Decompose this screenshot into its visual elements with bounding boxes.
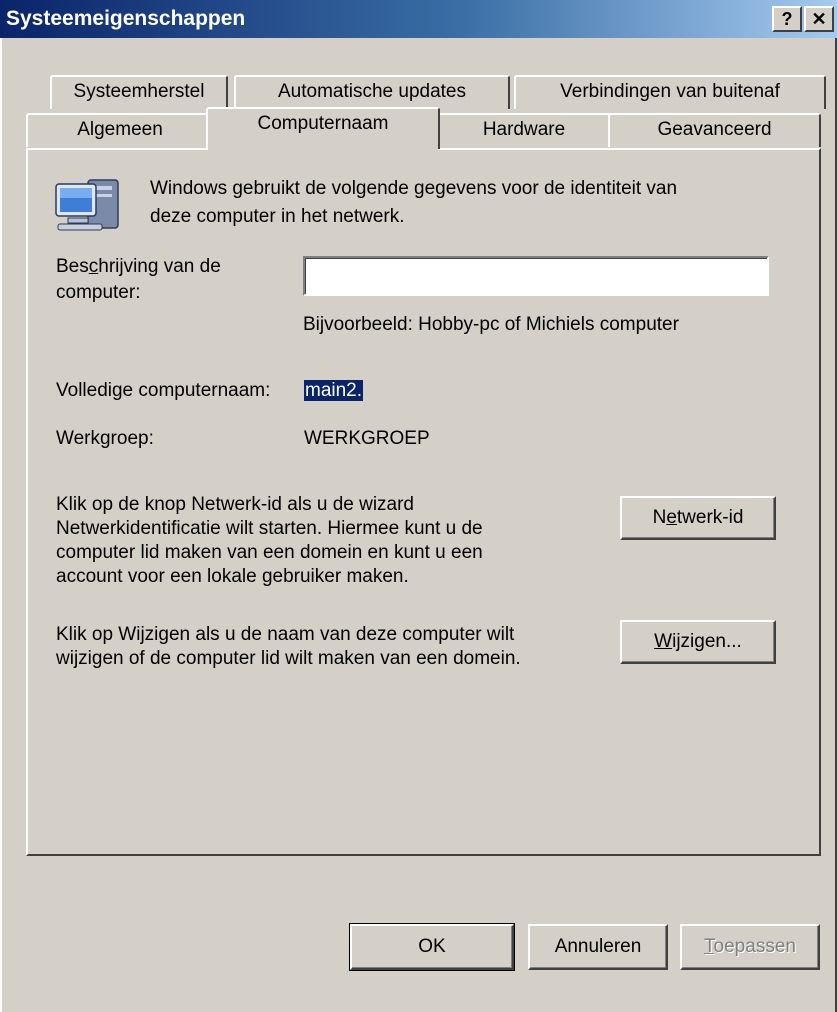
intro-line-2: deze computer in het netwerk.	[150, 206, 405, 227]
tab-geavanceerd[interactable]: Geavanceerd	[608, 113, 821, 147]
tab-automatische-updates[interactable]: Automatische updates	[234, 75, 510, 109]
tab-hardware[interactable]: Hardware	[436, 113, 612, 147]
computer-description-field[interactable]	[305, 258, 767, 294]
change-text-line-2: wijzigen of de computer lid wilt maken v…	[56, 648, 521, 669]
workgroup-label: Werkgroep:	[56, 428, 154, 449]
tab-algemeen[interactable]: Algemeen	[26, 113, 214, 147]
description-label-line-2: computer:	[56, 282, 141, 303]
example-text: Bijvoorbeeld: Hobby-pc of Michiels compu…	[303, 314, 679, 335]
window-title: Systeemeigenschappen	[6, 7, 246, 30]
description-label: Beschrijving van de	[56, 256, 221, 277]
tab-computernaam[interactable]: Computernaam	[206, 107, 440, 149]
tab-verbindingen-van-buitenaf[interactable]: Verbindingen van buitenaf	[514, 75, 826, 109]
full-computer-name-value[interactable]: main2.	[304, 380, 364, 402]
intro-line-1: Windows gebruikt de volgende gegevens vo…	[150, 178, 678, 199]
networkid-text-line-1: Klik op de knop Netwerk-id als u de wiza…	[56, 494, 415, 515]
networkid-text-line-3: computer lid maken van een domein en kun…	[56, 542, 483, 563]
computer-description-input[interactable]	[303, 256, 769, 296]
networkid-text-line-2: Netwerkidentificatie wilt starten. Hierm…	[56, 518, 483, 539]
change-text-line-1: Klik op Wijzigen als u de naam van deze …	[56, 624, 515, 645]
tab-systeemherstel[interactable]: Systeemherstel	[50, 75, 228, 109]
full-computer-name-label: Volledige computernaam:	[56, 380, 271, 401]
cancel-button[interactable]: Annuleren	[528, 924, 668, 970]
close-icon[interactable]: ✕	[804, 6, 834, 32]
network-id-button[interactable]: Netwerk-id	[620, 496, 776, 540]
ok-button[interactable]: OK	[349, 923, 515, 971]
active-tab-connector	[208, 146, 438, 150]
change-button[interactable]: Wijzigen...	[620, 620, 776, 664]
networkid-text-line-4: account voor een lokale gebruiker maken.	[56, 566, 409, 587]
help-icon[interactable]: ?	[772, 6, 802, 32]
computer-icon	[52, 172, 124, 236]
apply-button[interactable]: Toepassen	[680, 924, 820, 970]
workgroup-value: WERKGROEP	[304, 428, 430, 449]
